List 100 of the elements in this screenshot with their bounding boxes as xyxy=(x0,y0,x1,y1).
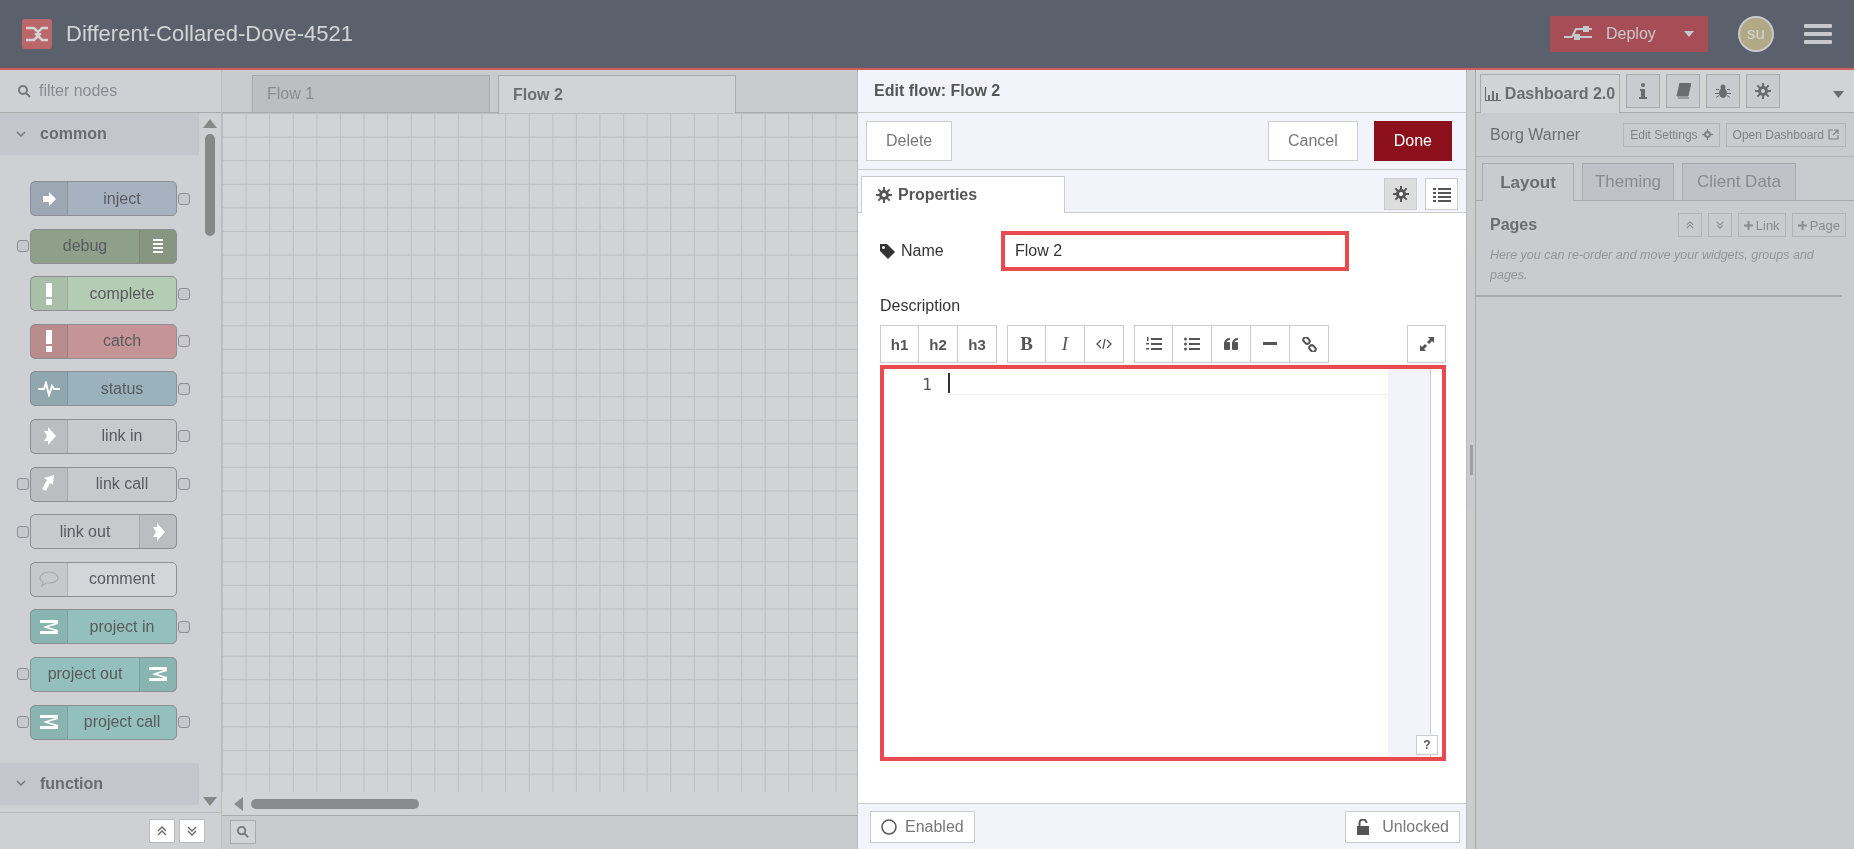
palette-node[interactable]: link call xyxy=(30,466,177,502)
list-icon xyxy=(151,238,165,255)
search-button[interactable] xyxy=(230,820,256,844)
view-button[interactable] xyxy=(1384,178,1417,210)
flow-tab[interactable]: Flow 2 xyxy=(498,75,736,113)
expand-all-button[interactable] xyxy=(179,819,205,843)
caret-icon xyxy=(1684,31,1694,37)
field-label: Description xyxy=(880,297,962,315)
arrow-icon xyxy=(41,189,57,208)
collapse-all-button[interactable] xyxy=(149,819,175,843)
caret-icon xyxy=(1833,91,1844,98)
expand-button[interactable] xyxy=(1407,325,1446,363)
plus-icon xyxy=(1797,220,1807,230)
filter-field[interactable]: filter nodes xyxy=(37,70,203,112)
search-icon xyxy=(237,826,249,838)
cancel-button[interactable]: Cancel xyxy=(1267,121,1358,161)
bold-button[interactable]: B xyxy=(1007,325,1046,363)
palette-node[interactable]: debug xyxy=(30,228,177,264)
palette-node[interactable]: inject xyxy=(30,181,177,216)
description-editor[interactable]: 1 ? xyxy=(880,365,1446,761)
exclamation-icon xyxy=(45,282,53,305)
double-chevron-down-icon xyxy=(1715,221,1724,229)
tag-icon xyxy=(880,243,895,259)
bar-chart-icon xyxy=(1484,87,1501,101)
external-link-icon xyxy=(1828,129,1839,140)
double-chevron-down-icon xyxy=(187,826,197,836)
palette-node[interactable]: catch xyxy=(30,323,177,359)
scroll-up-icon xyxy=(203,119,217,128)
view-button[interactable] xyxy=(1425,178,1458,210)
numbered-list-icon xyxy=(1145,337,1162,351)
italic-button[interactable]: I xyxy=(1046,325,1085,363)
lock-toggle[interactable]: Unlocked xyxy=(1344,810,1460,843)
open-dashboard-button[interactable]: Open Dashboard xyxy=(1725,122,1846,147)
plus-icon xyxy=(1743,220,1753,230)
text-cursor xyxy=(948,373,950,393)
list-icon xyxy=(1432,186,1451,202)
palette-node[interactable]: status xyxy=(30,371,177,407)
delete-button[interactable]: Delete xyxy=(866,121,953,161)
bulleted-list-icon xyxy=(1184,337,1200,351)
double-chevron-up-icon xyxy=(157,826,167,836)
line-number: 1 xyxy=(922,375,932,394)
done-button[interactable]: Done xyxy=(1373,121,1452,161)
bug-icon xyxy=(1715,83,1731,99)
edit-settings-button[interactable]: Edit Settings xyxy=(1623,122,1720,147)
quote-icon xyxy=(1223,338,1239,350)
field-label: Name xyxy=(901,242,944,260)
palette-node[interactable]: project out xyxy=(30,656,177,692)
logo-icon xyxy=(22,19,52,49)
link-button[interactable] xyxy=(1290,325,1329,363)
help-button[interactable]: ? xyxy=(1416,735,1438,755)
palette-node[interactable]: project in xyxy=(30,609,177,645)
open-lock-icon xyxy=(1355,818,1370,835)
section-title: Pages xyxy=(1490,216,1539,234)
properties-tab[interactable]: Properties xyxy=(861,176,1065,213)
category-header[interactable]: common xyxy=(0,113,199,155)
layout-tab[interactable]: Layout xyxy=(1482,163,1574,201)
add-link-button[interactable]: Link xyxy=(1737,213,1786,237)
scroll-down-icon xyxy=(203,797,217,806)
quote-button[interactable] xyxy=(1212,325,1251,363)
settings-icon xyxy=(1392,186,1409,202)
enabled-toggle[interactable]: Enabled xyxy=(870,810,975,843)
deploy-icon xyxy=(1564,26,1592,42)
exclamation-icon xyxy=(45,330,53,353)
code-icon xyxy=(1096,338,1112,350)
sidebar-tab[interactable] xyxy=(1746,74,1780,108)
numbered-button[interactable] xyxy=(1134,325,1173,363)
palette-node[interactable]: comment xyxy=(30,561,177,597)
sidebar-tab[interactable] xyxy=(1626,74,1660,108)
expand-icon xyxy=(1419,337,1434,351)
layout-tab[interactable]: Client Data xyxy=(1682,163,1796,200)
scrollbar-thumb[interactable] xyxy=(251,798,419,809)
speech-bubble-icon xyxy=(39,571,59,588)
sidebar-tab[interactable]: Dashboard 2.0 xyxy=(1480,74,1620,113)
dashboard-name: Borg Warner xyxy=(1490,125,1582,144)
heading-button[interactable]: h3 xyxy=(958,325,997,363)
link-arrow-icon xyxy=(151,522,165,541)
heading-button[interactable]: h2 xyxy=(919,325,958,363)
palette-node[interactable]: link out xyxy=(30,514,177,550)
palette-node[interactable]: project call xyxy=(30,704,177,740)
palette-node[interactable]: link in xyxy=(30,418,177,454)
scrollbar-thumb[interactable] xyxy=(205,134,215,236)
settings-icon xyxy=(1755,83,1771,99)
scroll-left-icon xyxy=(234,796,243,811)
link-arrow-icon xyxy=(42,427,56,446)
name-field[interactable]: Flow 2 xyxy=(1001,231,1349,271)
category-header[interactable]: function xyxy=(0,762,199,805)
search-icon xyxy=(18,84,31,98)
rule-button[interactable] xyxy=(1251,325,1290,363)
sidebar-tab[interactable] xyxy=(1666,74,1700,108)
layout-tab[interactable]: Theming xyxy=(1582,163,1674,200)
deploy-button[interactable]: Deploy xyxy=(1550,16,1708,52)
bulleted-button[interactable] xyxy=(1173,325,1212,363)
heading-button[interactable]: h1 xyxy=(880,325,919,363)
add-page-button[interactable]: Page xyxy=(1791,213,1846,237)
code-button[interactable] xyxy=(1085,325,1124,363)
sidebar-tab[interactable] xyxy=(1706,74,1740,108)
app-title: Different-Collared-Dove-4521 xyxy=(66,21,354,47)
settings-icon xyxy=(1701,129,1713,140)
palette-node[interactable]: complete xyxy=(30,276,177,312)
pulse-icon xyxy=(38,380,60,397)
